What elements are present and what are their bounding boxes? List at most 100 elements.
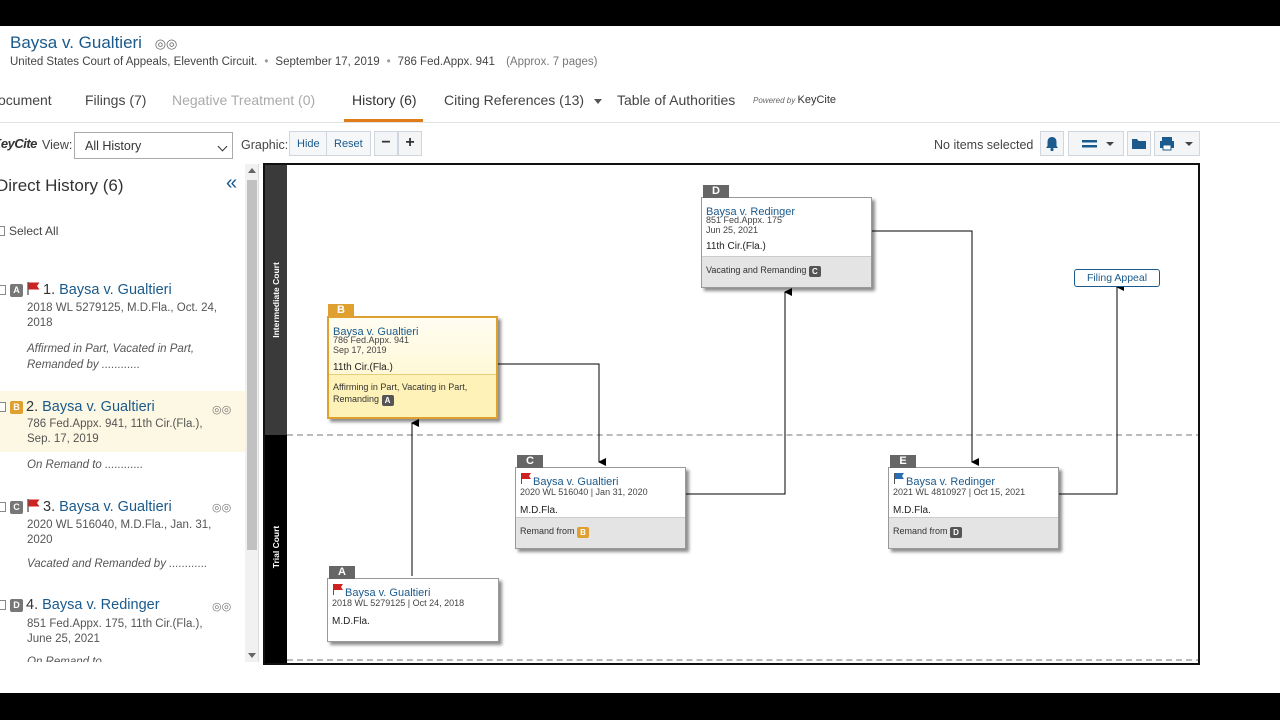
node-citation: 2021 WL 4810927 | Oct 15, 2021: [893, 487, 1026, 497]
red-flag-icon: [333, 584, 343, 595]
tab-citing-references[interactable]: Citing References (13): [444, 92, 603, 108]
entry-citation: 786 Fed.Appx. 941, 11th Cir.(Fla.), Sep.…: [27, 418, 203, 445]
entry-heading: A 1. Baysa v. Gualtieri: [0, 281, 172, 298]
node-citation: 2018 WL 5279125 | Oct 24, 2018: [332, 598, 465, 608]
entry-citation: 2018 WL 5279125, M.D.Fla., Oct. 24, 2018: [27, 302, 218, 329]
zoom-in-button[interactable]: +: [398, 131, 422, 156]
panel-scrollbar[interactable]: [245, 164, 258, 662]
entry-checkbox[interactable]: [0, 285, 6, 295]
scroll-down-icon[interactable]: [248, 653, 256, 658]
scroll-up-icon[interactable]: [248, 168, 256, 173]
filing-appeal-node[interactable]: Filing Appeal: [1074, 269, 1160, 287]
tab-negative-treatment: Negative Treatment (0): [172, 92, 316, 108]
letter-ref-badge: D: [950, 527, 963, 538]
entry-treatment: Vacated and Remanded by ............: [27, 558, 208, 570]
select-all-label: Select All: [9, 224, 59, 238]
graph-node-b[interactable]: B Baysa v. Gualtieri 786 Fed.Appx. 941 S…: [327, 304, 498, 419]
node-court: 11th Cir.(Fla.): [333, 362, 393, 373]
view-select[interactable]: All History: [74, 132, 233, 159]
entry-citation: 851 Fed.Appx. 175, 11th Cir.(Fla.), June…: [27, 618, 203, 645]
entry-case-link[interactable]: Baysa v. Redinger: [42, 597, 159, 613]
collapse-panel-icon[interactable]: «: [226, 172, 237, 195]
graph-node-e[interactable]: E Baysa v. Redinger 2021 WL 4810927 | Oc…: [888, 455, 1059, 549]
entry-heading: C 3. Baysa v. Gualtieri: [0, 498, 172, 515]
tab-filings[interactable]: Filings (7): [85, 92, 146, 108]
tab-citing-label: Citing References (13): [444, 92, 585, 108]
blue-flag-icon: [894, 473, 904, 484]
node-court: 11th Cir.(Fla.): [706, 241, 766, 252]
node-treatment-text: Affirming in Part, Vacating in Part, Rem…: [333, 382, 468, 404]
node-citation: 851 Fed.Appx. 175: [706, 215, 783, 225]
case-title-text[interactable]: Baysa v. Gualtieri: [10, 33, 142, 52]
entry-checkbox[interactable]: [0, 502, 6, 512]
zoom-out-button[interactable]: −: [374, 131, 398, 156]
powered-by-label: Powered by: [753, 96, 796, 105]
direct-history-panel: Direct History (6) « Select All A 1. Bays…: [0, 164, 259, 662]
alert-bell-button[interactable]: [1040, 131, 1064, 156]
entry-checkbox[interactable]: [0, 600, 6, 610]
history-graph: Intermediate Court Trial Court D Baysa v…: [263, 163, 1200, 665]
entry-number: 2.: [26, 399, 39, 415]
node-court: M.D.Fla.: [520, 505, 558, 516]
letter-badge: B: [10, 401, 23, 414]
entry-treatment: On Remand to ............: [27, 459, 144, 471]
reset-graphic-button[interactable]: Reset: [326, 131, 371, 156]
entry-case-link[interactable]: Baysa v. Gualtieri: [42, 399, 155, 415]
node-treatment: Affirming in Part, Vacating in Part, Rem…: [329, 374, 496, 417]
bell-icon: [1046, 137, 1058, 152]
tab-history[interactable]: History (6): [352, 92, 417, 108]
keycite-history-page: Baysa v. Gualtieri ◎◎ United States Cour…: [0, 26, 1280, 693]
citation: 786 Fed.Appx. 941: [397, 56, 495, 68]
select-all-checkbox[interactable]: Select All: [0, 224, 58, 238]
print-button[interactable]: [1154, 131, 1200, 156]
node-treatment-text: Remand from: [520, 526, 575, 536]
graph-node-c[interactable]: C Baysa v. Gualtieri 2020 WL 516040 | Ja…: [515, 455, 686, 549]
node-letter-tab: C: [517, 455, 543, 468]
history-entry-4: D 4. Baysa v. Redinger ◎◎ 851 Fed.Appx. 1…: [0, 597, 245, 662]
node-treatment: Remand from B: [516, 517, 685, 548]
history-entry-1: A 1. Baysa v. Gualtieri 2018 WL 5279125, …: [0, 281, 245, 371]
case-meta: United States Court of Appeals, Eleventh…: [10, 56, 598, 68]
connector-b-c: [498, 363, 606, 466]
graph-node-a[interactable]: A Baysa v. Gualtieri 2018 WL 5279125 | O…: [327, 566, 499, 642]
page-count: (Approx. 7 pages): [506, 56, 598, 68]
entry-case-link[interactable]: Baysa v. Gualtieri: [59, 282, 172, 298]
entry-number: 4.: [26, 597, 39, 613]
letter-badge: C: [10, 501, 23, 514]
entry-number: 1.: [43, 282, 56, 298]
history-entry-2: B 2. Baysa v. Gualtieri ◎◎ 786 Fed.Appx. …: [0, 391, 245, 471]
preview-glasses-icon[interactable]: ◎◎: [212, 600, 231, 613]
chevron-down-icon[interactable]: [594, 98, 603, 104]
entry-case-link[interactable]: Baysa v. Gualtieri: [59, 499, 172, 515]
hide-graphic-button[interactable]: Hide: [289, 131, 328, 156]
preview-glasses-icon[interactable]: ◎◎: [212, 501, 231, 514]
preview-glasses-icon[interactable]: ◎◎: [155, 36, 178, 51]
save-folder-button[interactable]: [1127, 131, 1151, 156]
entry-checkbox[interactable]: [0, 402, 6, 412]
connector-d-e: [872, 230, 979, 466]
letter-ref-badge: A: [381, 395, 394, 406]
keycite-wordmark: KeyCite: [797, 94, 837, 106]
tab-document[interactable]: ocument: [0, 92, 52, 108]
court-name: United States Court of Appeals, Eleventh…: [10, 56, 258, 68]
display-options-button[interactable]: [1068, 131, 1124, 156]
connector-c-d: [686, 288, 792, 495]
letter-ref-badge: C: [808, 266, 821, 277]
preview-glasses-icon[interactable]: ◎◎: [212, 403, 231, 416]
checkbox-icon[interactable]: [0, 226, 5, 236]
node-letter-tab: D: [703, 185, 729, 198]
view-label: View:: [42, 138, 73, 152]
node-date: Jun 25, 2021: [706, 225, 759, 235]
selection-status: No items selected: [934, 138, 1034, 152]
powered-by-keycite: Powered by KeyCite: [753, 94, 836, 106]
letter-ref-badge: B: [577, 527, 590, 538]
scrollbar-thumb[interactable]: [247, 180, 257, 550]
graph-node-d[interactable]: D Baysa v. Redinger 851 Fed.Appx. 175 Ju…: [701, 185, 872, 288]
entry-heading: D 4. Baysa v. Redinger: [0, 597, 160, 613]
node-treatment-text: Remand from: [893, 526, 948, 536]
chevron-down-icon: [217, 141, 228, 152]
letter-badge: D: [10, 599, 23, 612]
tab-table-of-authorities[interactable]: Table of Authorities: [617, 92, 735, 108]
view-select-value: All History: [85, 139, 142, 153]
letter-badge: A: [10, 284, 23, 297]
